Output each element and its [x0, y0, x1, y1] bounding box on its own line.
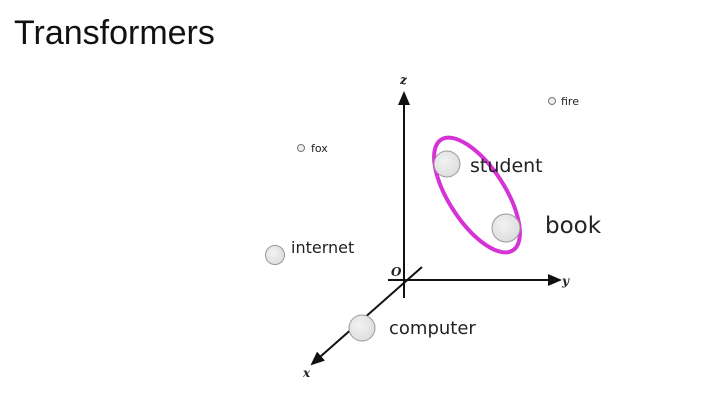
z-axis-label: z [399, 73, 408, 87]
point-book [491, 213, 521, 243]
word-embedding-diagram: z y x O fire fox student book internet c… [265, 73, 602, 380]
point-computer [348, 314, 376, 342]
point-fire [548, 97, 556, 105]
label-student: student [470, 155, 543, 177]
y-axis-label: y [561, 274, 570, 288]
label-book: book [545, 213, 602, 239]
similarity-highlight-ellipse [432, 135, 522, 255]
label-fox: fox [311, 142, 328, 155]
label-internet: internet [291, 238, 354, 257]
point-fox [297, 144, 305, 152]
label-computer: computer [389, 318, 476, 339]
origin-label: O [391, 265, 402, 279]
x-axis-label: x [302, 366, 311, 380]
point-internet [265, 245, 285, 265]
point-student [433, 150, 461, 178]
label-fire: fire [561, 95, 579, 108]
